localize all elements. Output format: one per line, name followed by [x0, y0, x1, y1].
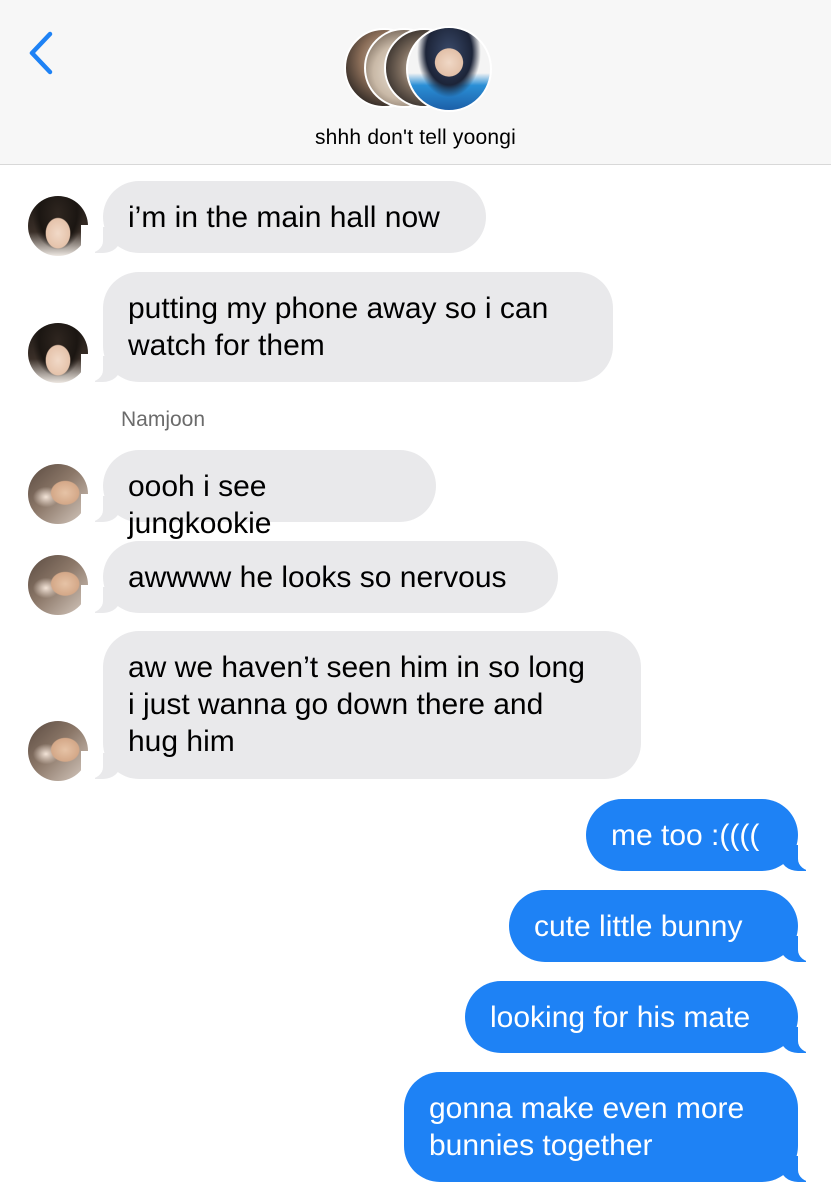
message-bubble-outgoing[interactable]: gonna make even more bunnies together [404, 1072, 820, 1182]
participant-avatar [406, 26, 492, 112]
chevron-left-icon [29, 31, 53, 75]
sender-avatar[interactable] [28, 196, 88, 256]
message-bubble-incoming[interactable]: oooh i see jungkookie [81, 450, 436, 540]
sender-avatar[interactable] [28, 721, 88, 781]
group-name[interactable]: shhh don't tell yoongi [0, 126, 831, 150]
sender-avatar[interactable] [28, 464, 88, 524]
group-avatar-stack[interactable] [344, 26, 494, 112]
conversation-header: shhh don't tell yoongi [0, 0, 831, 165]
back-button[interactable] [24, 30, 58, 76]
message-bubble-outgoing[interactable]: cute little bunny [509, 890, 820, 962]
message-bubble-incoming[interactable]: putting my phone away so i can watch for… [81, 272, 613, 382]
message-bubble-incoming[interactable]: aw we haven’t seen him in so long i just… [81, 631, 641, 779]
sender-name-label: Namjoon [121, 408, 206, 431]
message-bubble-outgoing[interactable]: looking for his mate [465, 981, 820, 1053]
message-bubble-incoming[interactable]: awwww he looks so nervous [81, 541, 558, 613]
sender-avatar[interactable] [28, 323, 88, 383]
message-bubble-outgoing[interactable]: me too :(((( [586, 799, 820, 871]
sender-avatar[interactable] [28, 555, 88, 615]
message-bubble-incoming[interactable]: i’m in the main hall now [81, 181, 486, 253]
